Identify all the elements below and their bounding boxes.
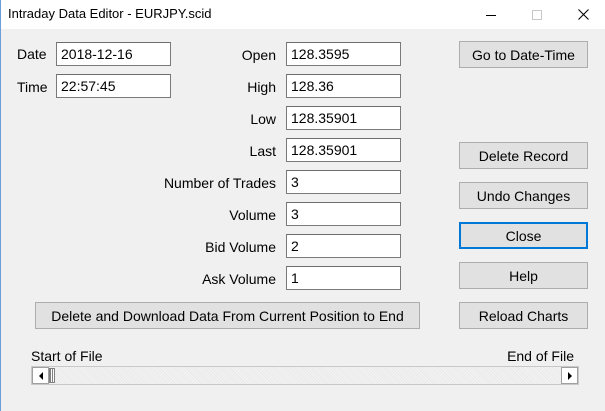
time-label: Time [17, 79, 48, 95]
close-window-button[interactable] [560, 0, 605, 29]
open-label: Open [241, 47, 276, 63]
scroll-right-button[interactable] [561, 367, 578, 384]
record-position-scrollbar[interactable] [31, 366, 579, 385]
maximize-button [514, 0, 560, 29]
go-to-date-time-button[interactable]: Go to Date-Time [459, 41, 588, 68]
ask-volume-label: Ask Volume [202, 271, 276, 287]
start-of-file-label: Start of File [31, 348, 103, 364]
scroll-left-button[interactable] [32, 367, 49, 384]
volume-label: Volume [229, 207, 276, 223]
minimize-icon [486, 14, 496, 16]
ask-volume-field[interactable] [286, 266, 401, 290]
help-button[interactable]: Help [459, 262, 588, 289]
low-label: Low [250, 111, 276, 127]
last-field[interactable] [286, 138, 401, 162]
bid-volume-field[interactable] [286, 234, 401, 258]
date-label: Date [17, 46, 47, 62]
delete-and-download-button[interactable]: Delete and Download Data From Current Po… [35, 302, 420, 329]
title-bar[interactable]: Intraday Data Editor - EURJPY.scid [1, 0, 605, 29]
bid-volume-label: Bid Volume [205, 239, 276, 255]
date-field[interactable] [56, 42, 171, 66]
minimize-button[interactable] [468, 0, 514, 29]
number-of-trades-field[interactable] [286, 170, 401, 194]
high-label: High [247, 79, 276, 95]
scroll-right-arrow-icon [567, 371, 572, 380]
undo-changes-button[interactable]: Undo Changes [459, 182, 588, 209]
close-button[interactable]: Close [459, 222, 588, 249]
reload-charts-button[interactable]: Reload Charts [459, 302, 588, 329]
number-of-trades-label: Number of Trades [163, 175, 276, 191]
intraday-data-editor-window: Intraday Data Editor - EURJPY.scid Date … [0, 0, 605, 411]
maximize-icon [532, 9, 542, 20]
last-label: Last [249, 143, 276, 159]
end-of-file-label: End of File [507, 348, 574, 364]
scroll-thumb[interactable] [49, 368, 55, 383]
scroll-track[interactable] [55, 367, 561, 384]
delete-record-button[interactable]: Delete Record [459, 142, 588, 169]
volume-field[interactable] [286, 202, 401, 226]
window-title: Intraday Data Editor - EURJPY.scid [8, 6, 212, 21]
time-field[interactable] [56, 74, 171, 98]
high-field[interactable] [286, 74, 401, 98]
open-field[interactable] [286, 42, 401, 66]
low-field[interactable] [286, 106, 401, 130]
close-icon [577, 9, 589, 20]
scroll-left-arrow-icon [38, 371, 43, 380]
